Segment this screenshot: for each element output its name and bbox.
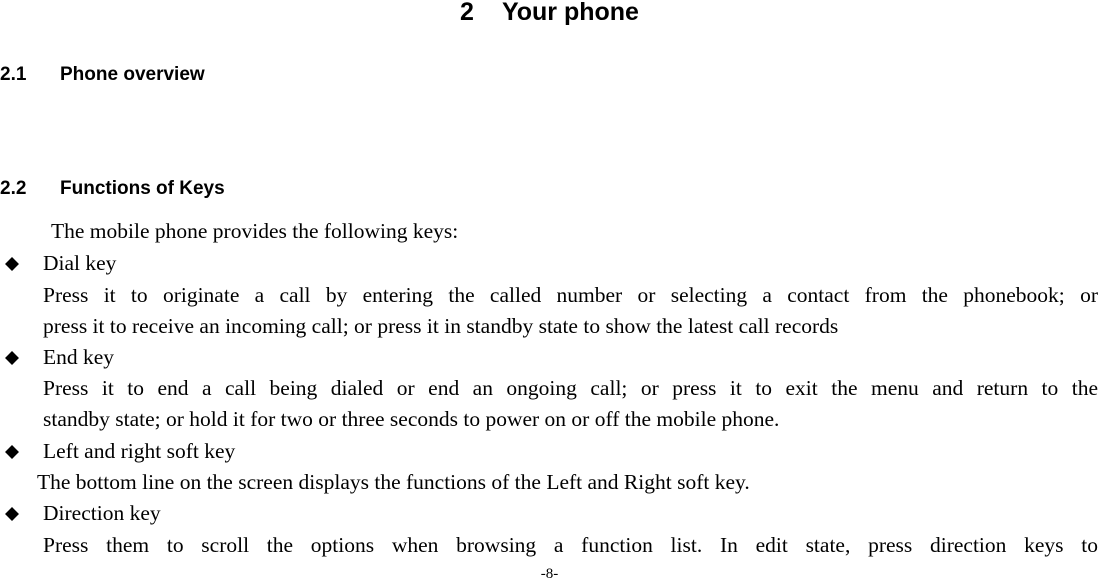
key-description-line: Press it to originate a call by entering…	[43, 283, 1098, 307]
chapter-heading: 2 Your phone	[0, 0, 1099, 27]
key-name-dial: Dial key	[43, 251, 117, 275]
section-title: Functions of Keys	[60, 178, 225, 199]
page-number: -8-	[540, 566, 559, 582]
diamond-bullet-icon	[5, 445, 19, 459]
intro-paragraph: The mobile phone provides the following …	[51, 219, 459, 243]
section-heading-phone-overview: 2.1 Phone overview	[0, 64, 205, 86]
key-description-line: standby state; or hold it for two or thr…	[43, 407, 780, 431]
key-description-line: press it to receive an incoming call; or…	[43, 314, 839, 338]
key-description-line: Press it to end a call being dialed or e…	[43, 376, 1098, 400]
section-number: 2.2	[0, 178, 27, 199]
diamond-bullet-icon	[5, 257, 19, 271]
chapter-title: Your phone	[501, 0, 639, 26]
diamond-bullet-icon	[5, 351, 19, 365]
section-heading-functions-of-keys: 2.2 Functions of Keys	[0, 178, 225, 200]
key-name-direction: Direction key	[43, 501, 161, 525]
key-description-line: The bottom line on the screen displays t…	[37, 470, 750, 494]
diamond-bullet-icon	[5, 507, 19, 521]
key-name-end: End key	[43, 345, 115, 369]
chapter-number: 2	[460, 0, 474, 26]
section-title: Phone overview	[60, 64, 205, 85]
section-number: 2.1	[0, 64, 27, 85]
key-description-line: Press them to scroll the options when br…	[43, 533, 1098, 557]
key-name-soft-keys: Left and right soft key	[43, 439, 236, 463]
